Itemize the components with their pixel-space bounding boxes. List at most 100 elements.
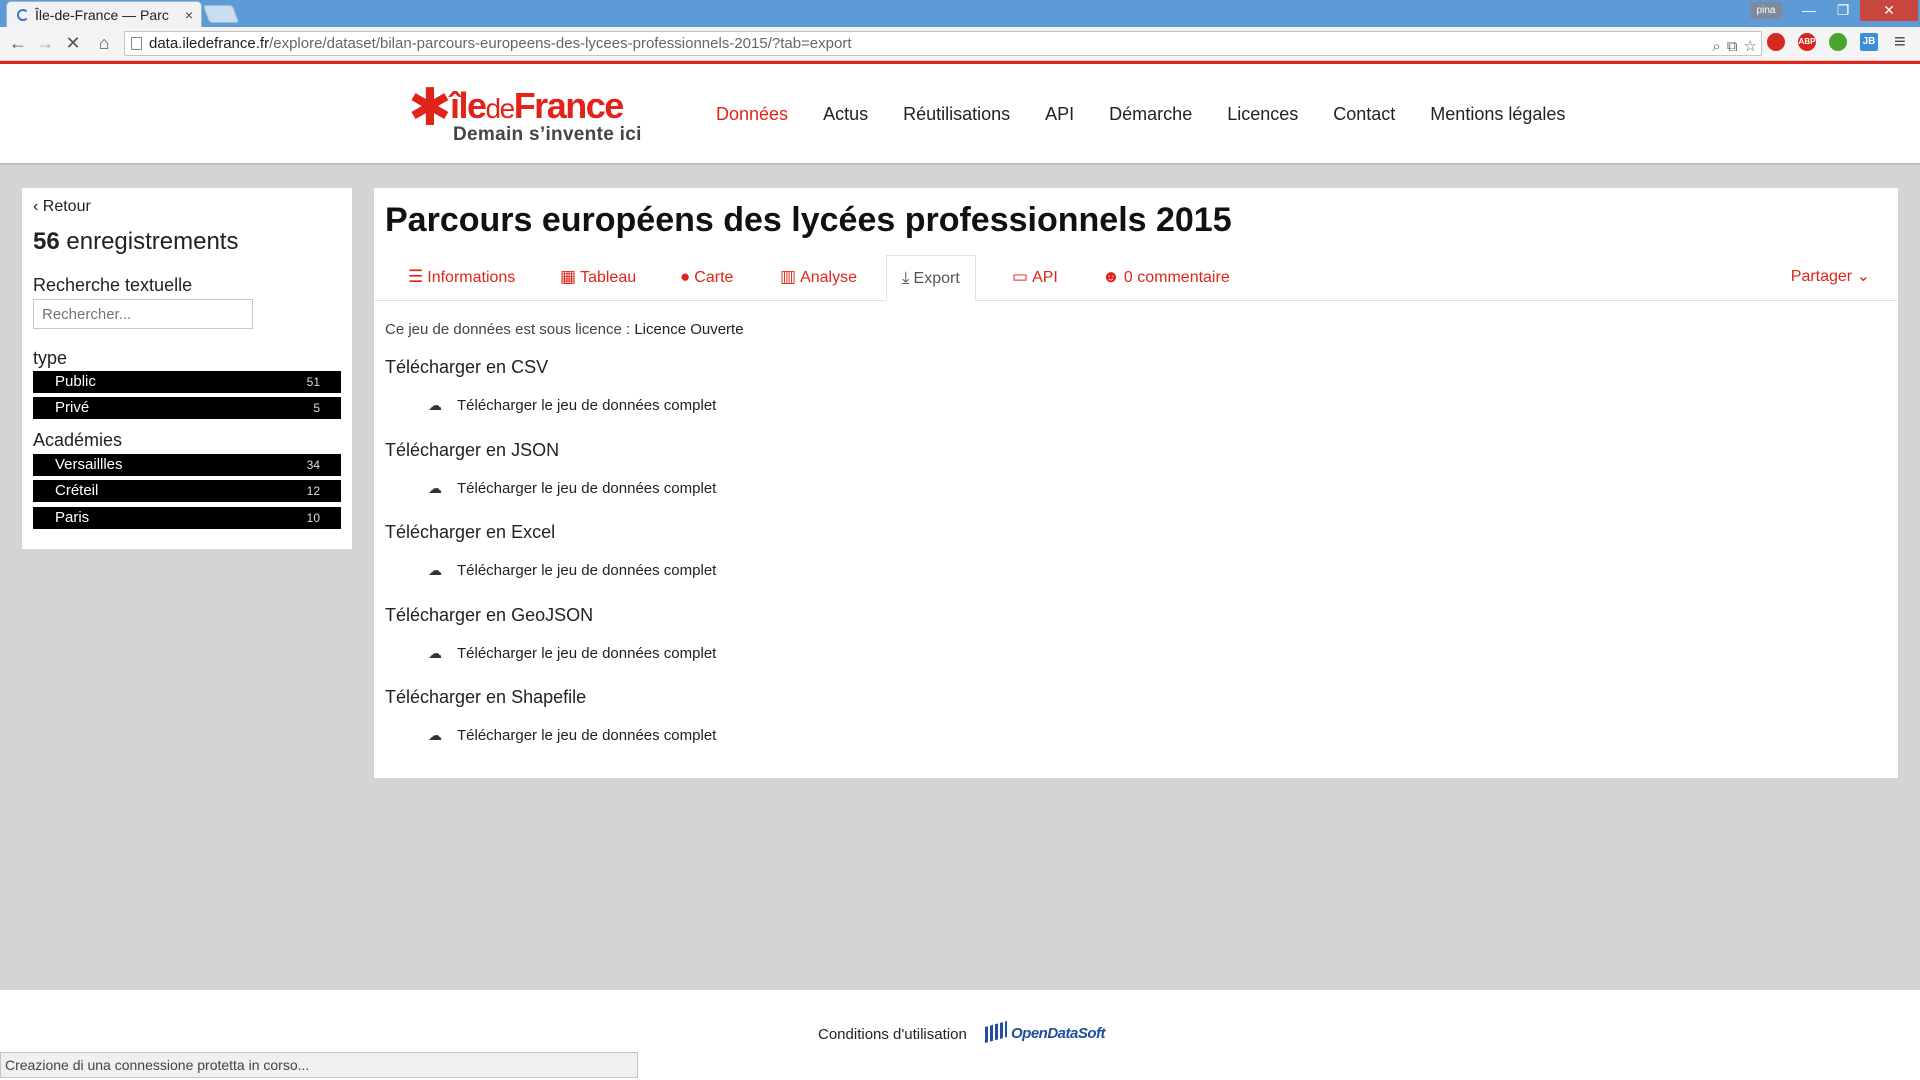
home-icon[interactable]: ⌂	[92, 31, 116, 55]
download-link-label: Télécharger le jeu de données complet	[457, 727, 717, 744]
download-link-label: Télécharger le jeu de données complet	[457, 480, 717, 497]
opendatasoft-logo[interactable]: OpenDataSoft	[985, 1021, 1106, 1043]
facet-item-public[interactable]: Public 51	[33, 371, 341, 393]
tab-carte[interactable]: ● Carte	[680, 255, 733, 301]
download-title-json: Télécharger en JSON	[385, 440, 560, 460]
tab-label: Analyse	[800, 269, 857, 286]
download-title-geojson: Télécharger en GeoJSON	[385, 605, 594, 625]
tab-informations[interactable]: ☰ Informations	[408, 255, 515, 301]
nav-api[interactable]: API	[1045, 104, 1074, 125]
download-link-label: Télécharger le jeu de données complet	[457, 645, 717, 662]
facet-item-prive[interactable]: Privé 5	[33, 397, 341, 419]
search-input[interactable]	[33, 299, 253, 329]
facet-item-paris[interactable]: Paris 10	[33, 507, 341, 529]
opendatasoft-mark-icon	[985, 1021, 1007, 1043]
browser-titlebar: Île-de-France — Parc × pina — ❐ ✕	[0, 0, 1920, 27]
iledefrance-logo[interactable]: ✱ îledeFrance Demain s’invente ici	[408, 82, 648, 146]
record-count-label: enregistrements	[66, 228, 239, 255]
tab-close-icon[interactable]: ×	[185, 7, 193, 23]
download-title-shapefile: Télécharger en Shapefile	[385, 687, 587, 707]
download-title-csv: Télécharger en CSV	[385, 357, 549, 377]
facet-label: Public	[55, 373, 96, 390]
profile-badge[interactable]: pina	[1750, 2, 1782, 19]
zoom-icon[interactable]: ⌕	[1712, 35, 1720, 58]
facet-count: 12	[306, 484, 320, 498]
loading-spinner-icon	[17, 8, 29, 21]
nav-licences[interactable]: Licences	[1227, 104, 1298, 125]
dataset-tabs: ☰ Informations ▦ Tableau ● Carte ▥ Analyse ⤓…	[374, 255, 1898, 301]
forward-arrow-icon[interactable]: →	[33, 31, 57, 55]
address-bar[interactable]: data.iledefrance.fr/explore/dataset/bila…	[124, 31, 1762, 56]
cloud-download-icon: ☁	[428, 562, 442, 578]
nav-contact[interactable]: Contact	[1333, 104, 1395, 125]
download-link-label: Télécharger le jeu de données complet	[457, 562, 717, 579]
main-navigation: Données Actus Réutilisations API Démarch…	[716, 104, 1565, 125]
download-link-excel[interactable]: ☁ Télécharger le jeu de données complet	[428, 562, 716, 579]
facet-count: 34	[306, 458, 320, 472]
back-link[interactable]: ‹ Retour	[33, 198, 91, 216]
facet-count: 5	[313, 401, 320, 415]
facet-label: Créteil	[55, 482, 99, 499]
terms-link[interactable]: Conditions d'utilisation	[818, 1026, 967, 1043]
tab-tableau[interactable]: ▦ Tableau	[560, 255, 636, 301]
share-label: Partager	[1790, 268, 1853, 285]
globe-icon: ●	[680, 267, 691, 286]
logo-tagline: Demain s’invente ici	[453, 124, 642, 145]
maximize-button[interactable]: ❐	[1826, 0, 1860, 21]
adblock-icon[interactable]: ABP	[1798, 33, 1816, 51]
logo-star-icon: ✱	[408, 79, 452, 137]
facet-label: Paris	[55, 509, 90, 526]
opera-icon[interactable]	[1767, 33, 1785, 51]
nav-donnees[interactable]: Données	[716, 104, 788, 125]
ghostery-icon[interactable]	[1829, 33, 1847, 51]
cloud-download-icon: ☁	[428, 645, 442, 661]
browser-tab[interactable]: Île-de-France — Parc ×	[6, 1, 202, 27]
tab-commentaires[interactable]: ☻ 0 commentaire	[1102, 255, 1230, 301]
site-header: ✱ îledeFrance Demain s’invente ici Donné…	[0, 61, 1920, 165]
tab-label: Informations	[427, 269, 516, 286]
cloud-download-icon: ☁	[428, 480, 442, 496]
download-link-json[interactable]: ☁ Télécharger le jeu de données complet	[428, 480, 716, 497]
tab-label: Carte	[694, 269, 734, 286]
new-tab-button[interactable]	[202, 5, 240, 23]
window-controls: — ❐ ✕	[1792, 0, 1918, 21]
jetbrains-icon[interactable]: JB	[1860, 33, 1878, 51]
translate-icon[interactable]: ⧉	[1727, 35, 1738, 58]
close-window-button[interactable]: ✕	[1860, 0, 1918, 21]
facet-item-creteil[interactable]: Créteil 12	[33, 480, 341, 502]
dataset-panel: Parcours européens des lycées profession…	[374, 188, 1898, 778]
facet-label: Privé	[55, 399, 90, 416]
facet-count: 10	[306, 511, 320, 525]
table-icon: ▦	[560, 267, 577, 286]
logo-brand-part: île	[450, 85, 487, 126]
facet-item-versailles[interactable]: Versaillles 34	[33, 454, 341, 476]
tab-analyse[interactable]: ▥ Analyse	[780, 255, 857, 301]
nav-demarche[interactable]: Démarche	[1109, 104, 1192, 125]
record-count: 56 enregistrements	[33, 228, 238, 256]
download-link-shapefile[interactable]: ☁ Télécharger le jeu de données complet	[428, 727, 716, 744]
download-link-geojson[interactable]: ☁ Télécharger le jeu de données complet	[428, 645, 716, 662]
minimize-button[interactable]: —	[1792, 0, 1826, 21]
share-button[interactable]: Partager ⌄	[1791, 255, 1870, 301]
nav-mentions-legales[interactable]: Mentions légales	[1430, 104, 1565, 125]
url-host: data.iledefrance.fr	[149, 35, 270, 52]
facet-count: 51	[306, 375, 320, 389]
nav-reutilisations[interactable]: Réutilisations	[903, 104, 1010, 125]
facet-title-type: type	[33, 348, 68, 368]
tab-label: Tableau	[580, 269, 637, 286]
stop-icon[interactable]: ✕	[61, 31, 85, 55]
download-link-csv[interactable]: ☁ Télécharger le jeu de données complet	[428, 397, 716, 414]
laptop-icon: ▭	[1012, 267, 1029, 286]
back-arrow-icon[interactable]: ←	[6, 31, 30, 55]
browser-menu-icon[interactable]: ≡	[1894, 31, 1906, 54]
browser-toolbar: ← → ✕ ⌂ data.iledefrance.fr/explore/data…	[0, 27, 1920, 61]
tab-export[interactable]: ⤓ Export	[886, 255, 976, 301]
page-title: Parcours européens des lycées profession…	[385, 201, 1232, 239]
cloud-download-icon: ☁	[428, 397, 442, 413]
license-link[interactable]: Licence Ouverte	[634, 321, 743, 338]
bookmark-star-icon[interactable]: ☆	[1744, 35, 1757, 58]
tab-api[interactable]: ▭ API	[1012, 255, 1058, 301]
nav-actus[interactable]: Actus	[823, 104, 868, 125]
address-bar-actions: ⌕ ⧉ ☆	[1712, 35, 1757, 58]
page-icon	[131, 37, 142, 50]
